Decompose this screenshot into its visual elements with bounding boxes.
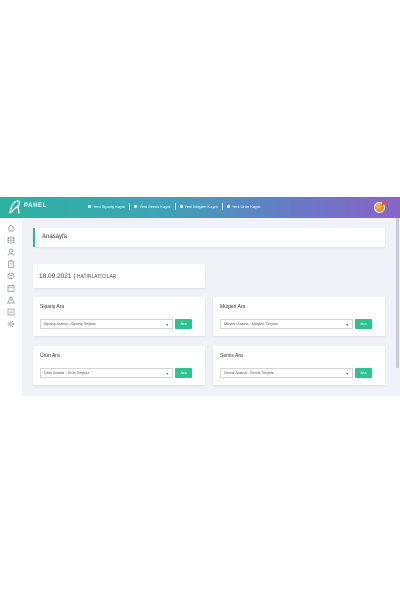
page-title: Anasayfa [42,234,68,240]
quick-link-new-order[interactable]: Yeni Sipariş Kaydı [88,204,125,209]
divider [221,203,223,210]
product-select[interactable]: Ürün Arama - Ürün Seçiniz ▼ [40,368,173,378]
product-search-button[interactable]: Ara [175,368,192,378]
service-search-card: Servis Ara Servis Arama - Servis Seçiniz… [213,346,385,385]
plus-icon [226,205,230,208]
gear-icon[interactable] [7,320,15,328]
brand-title: PANEL [24,203,47,209]
select-value: Servis Arama - Servis Seçiniz [224,371,274,375]
select-value: Müşteri Arama - Müşteri Seçiniz [224,322,278,326]
scrollbar-thumb[interactable] [396,218,399,368]
plus-icon [179,205,183,208]
card-title: Ürün Ara [40,353,60,359]
quick-links: Yeni Sipariş Kaydı Yeni Servis Kaydı Yen… [88,203,261,210]
quick-link-new-service[interactable]: Yeni Servis Kaydı [134,204,171,209]
list-icon[interactable] [7,308,15,316]
product-search-card: Ürün Ara Ürün Arama - Ürün Seçiniz ▼ Ara [33,346,205,385]
page-header: Anasayfa [33,228,385,247]
quick-link-new-customer[interactable]: Yeni Müşteri Kaydı [179,204,218,209]
reminders-card: 18.09.2021 | HATIRLATICILAR [33,264,205,288]
customer-select[interactable]: Müşteri Arama - Müşteri Seçiniz ▼ [220,319,353,329]
caret-down-icon: ▼ [345,323,349,327]
card-title: Müşteri Ara [220,304,246,310]
calendar-icon[interactable] [7,284,15,292]
database-icon[interactable] [7,236,15,244]
quick-link-label: Yeni Müşteri Kaydı [184,204,218,209]
reminders-heading: 18.09.2021 | HATIRLATICILAR [39,273,116,280]
select-value: Sipariş Arama - Sipariş Seçiniz [44,322,96,326]
customer-search-button[interactable]: Ara [355,319,372,329]
quick-link-new-product[interactable]: Yeni Ürün Kaydı [226,204,261,209]
cube-icon[interactable] [7,272,15,280]
divider [129,203,131,210]
user-icon[interactable] [7,248,15,256]
reminders-label: HATIRLATICILAR [76,274,117,280]
card-title: Servis Ara [220,353,243,359]
divider [174,203,176,210]
current-date: 18.09.2021 [39,273,72,280]
separator: | [73,273,76,280]
caret-down-icon: ▼ [345,372,349,376]
caret-down-icon: ▼ [165,372,169,376]
service-search-button[interactable]: Ara [355,368,372,378]
plus-icon [88,205,91,208]
top-navbar: PANEL Yeni Sipariş Kaydı Yeni Servis Kay… [0,197,400,218]
notification-badge [382,201,386,205]
order-select[interactable]: Sipariş Arama - Sipariş Seçiniz ▼ [40,319,173,329]
card-title: Sipariş Ara [40,304,65,310]
caret-down-icon: ▼ [165,323,169,327]
plus-icon [134,205,138,208]
logo-icon[interactable] [8,200,21,214]
order-search-button[interactable]: Ara [175,319,192,329]
app-window: PANEL Yeni Sipariş Kaydı Yeni Servis Kay… [0,197,400,396]
select-value: Ürün Arama - Ürün Seçiniz [44,371,90,375]
service-select[interactable]: Servis Arama - Servis Seçiniz ▼ [220,368,353,378]
quick-link-label: Yeni Sipariş Kaydı [93,204,126,209]
home-icon[interactable] [7,224,15,232]
clipboard-icon[interactable] [7,260,15,268]
quick-link-label: Yeni Ürün Kaydı [231,204,261,209]
quick-link-label: Yeni Servis Kaydı [139,204,171,209]
sidebar [0,218,22,396]
warning-icon[interactable] [7,296,15,304]
order-search-card: Sipariş Ara Sipariş Arama - Sipariş Seçi… [33,297,205,336]
customer-search-card: Müşteri Ara Müşteri Arama - Müşteri Seçi… [213,297,385,336]
